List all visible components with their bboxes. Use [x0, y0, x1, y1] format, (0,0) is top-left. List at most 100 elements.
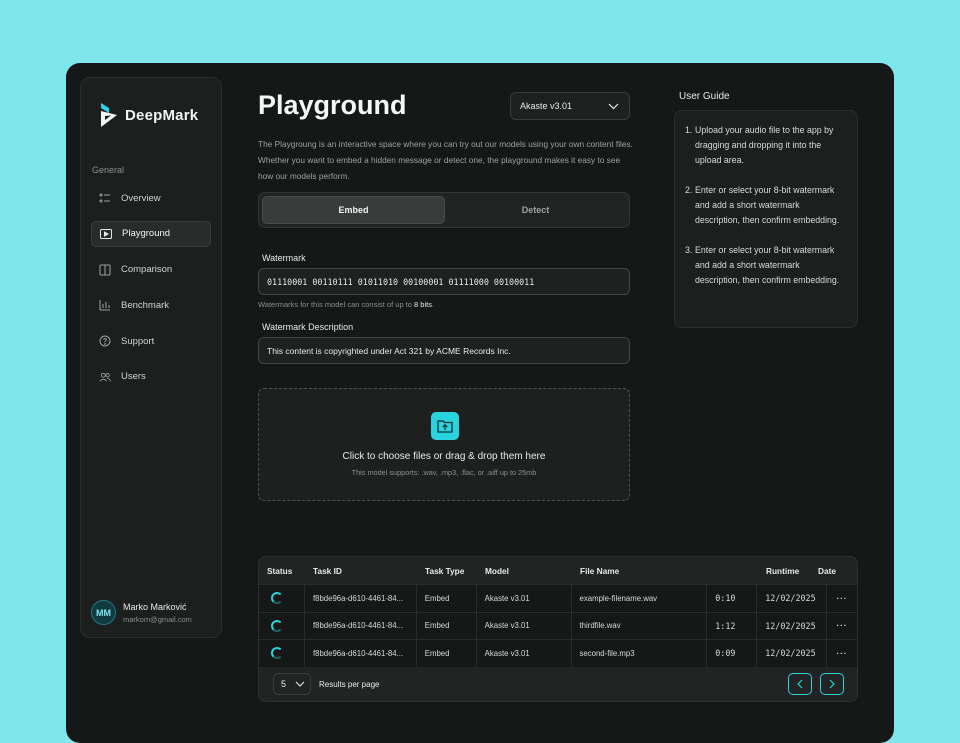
cell-task-type: Embed — [417, 585, 477, 612]
tasks-table: Status Task ID Task Type Model File Name… — [258, 556, 858, 702]
user-email: markom@gmail.com — [123, 614, 192, 624]
sidebar-item-label: Overview — [121, 192, 161, 204]
sidebar-item-overview[interactable]: Overview — [91, 185, 211, 211]
guide-step: 1. Upload your audio file to the app by d… — [685, 125, 834, 165]
model-select[interactable]: Akaste v3.01 — [510, 92, 630, 120]
sidebar-item-benchmark[interactable]: Benchmark — [91, 292, 211, 318]
per-page-value: 5 — [281, 679, 287, 689]
row-more-icon[interactable]: ··· — [827, 640, 857, 667]
sidebar-item-users[interactable]: Users — [91, 364, 211, 390]
prev-page-button[interactable] — [788, 672, 812, 695]
user-guide-title: User Guide — [679, 91, 730, 102]
cell-date: 12/02/2025 — [757, 640, 828, 667]
cell-model: Akaste v3.01 — [477, 585, 572, 612]
sidebar: DeepMark General Overview Playground Com… — [80, 77, 222, 638]
sidebar-item-label: Playground — [122, 228, 171, 240]
hint-end: . — [431, 300, 435, 309]
header-date: Date — [818, 565, 836, 576]
header-model: Model — [485, 565, 509, 576]
cell-model: Akaste v3.01 — [477, 640, 572, 667]
deepmark-logo-icon — [101, 103, 117, 127]
sidebar-item-label: Support — [121, 335, 155, 347]
chevron-left-icon — [797, 679, 803, 688]
per-page-label: Results per page — [319, 679, 380, 689]
mode-tabs: Embed Detect — [258, 192, 630, 228]
play-icon — [100, 228, 112, 240]
sidebar-section-label: General — [92, 165, 125, 175]
sidebar-item-support[interactable]: Support — [91, 328, 211, 354]
watermark-hint: Watermarks for this model can consist of… — [258, 300, 434, 309]
cell-task-id: f8bde96a-d610-4461-84... — [305, 640, 417, 667]
table-footer: 5 Results per page — [259, 667, 857, 702]
header-spacer — [708, 557, 758, 584]
hint-bits: 8 bits — [414, 300, 432, 309]
header-file-name: File Name — [580, 565, 620, 576]
table-row[interactable]: f8bde96a-d610-4461-84... Embed Akaste v3… — [259, 584, 857, 612]
file-dropzone[interactable]: Click to choose files or drag & drop the… — [258, 388, 630, 501]
header-runtime: Runtime — [766, 565, 800, 576]
chevron-down-icon — [295, 681, 305, 687]
watermark-description-label: Watermark Description — [262, 322, 354, 332]
loading-spinner-icon — [271, 619, 283, 632]
per-page-select[interactable]: 5 — [273, 673, 311, 695]
next-page-button[interactable] — [820, 672, 844, 695]
watermark-input[interactable]: 01110001 00110111 01011010 00100001 0111… — [258, 268, 630, 295]
user-name: Marko Marković — [123, 601, 187, 612]
sidebar-nav: Overview Playground Comparison Benchmark — [91, 185, 211, 400]
app-window: DeepMark General Overview Playground Com… — [66, 63, 894, 743]
table-row[interactable]: f8bde96a-d610-4461-84... Embed Akaste v3… — [259, 639, 857, 667]
bar-chart-icon — [99, 299, 111, 311]
cell-runtime: 1:12 — [707, 612, 758, 639]
guide-step: 2. Enter or select your 8-bit watermark a… — [685, 185, 840, 225]
loading-spinner-icon — [271, 592, 283, 605]
watermark-description-input[interactable]: This content is copyrighted under Act 32… — [258, 337, 630, 364]
help-icon — [99, 335, 111, 347]
cell-file-name: thirdfile.wav — [572, 612, 708, 639]
avatar: MM — [91, 600, 116, 625]
table-row[interactable]: f8bde96a-d610-4461-84... Embed Akaste v3… — [259, 611, 857, 640]
cell-task-type: Embed — [417, 612, 477, 639]
tab-detect[interactable]: Detect — [445, 196, 626, 224]
tab-embed[interactable]: Embed — [262, 196, 445, 224]
loading-spinner-icon — [271, 647, 283, 660]
sidebar-item-comparison[interactable]: Comparison — [91, 257, 211, 283]
sidebar-item-label: Users — [121, 371, 146, 383]
cell-date: 12/02/2025 — [757, 612, 828, 639]
dropzone-title: Click to choose files or drag & drop the… — [342, 451, 546, 462]
row-more-icon[interactable]: ··· — [827, 585, 857, 612]
dropzone-subtitle: This model supports: .wav, .mp3, .flac, … — [351, 468, 537, 477]
header-task-id: Task ID — [313, 565, 342, 576]
model-select-value: Akaste v3.01 — [520, 101, 573, 111]
sidebar-item-label: Comparison — [121, 264, 173, 276]
header-task-type: Task Type — [425, 565, 465, 576]
columns-icon — [99, 264, 111, 276]
sidebar-item-playground[interactable]: Playground — [91, 220, 211, 247]
folder-upload-icon — [431, 412, 459, 440]
brand-name: DeepMark — [125, 106, 199, 124]
cell-task-id: f8bde96a-d610-4461-84... — [305, 585, 417, 612]
cell-task-id: f8bde96a-d610-4461-84... — [305, 612, 417, 639]
user-profile[interactable]: MM Marko Marković markom@gmail.com — [91, 600, 192, 625]
cell-file-name: example-filename.wav — [572, 585, 708, 612]
users-icon — [99, 371, 111, 383]
header-status: Status — [267, 565, 293, 576]
guide-step: 3. Enter or select your 8-bit watermark a… — [685, 245, 840, 285]
page-title: Playground — [258, 90, 407, 120]
watermark-label: Watermark — [262, 253, 306, 263]
logo[interactable]: DeepMark — [99, 102, 198, 128]
user-guide-panel: 1. Upload your audio file to the app by d… — [674, 110, 858, 328]
cell-task-type: Embed — [417, 640, 477, 667]
cell-file-name: second-file.mp3 — [572, 640, 708, 667]
hint-text: Watermarks for this model can consist of… — [258, 300, 415, 309]
chevron-right-icon — [829, 679, 835, 688]
sidebar-item-label: Benchmark — [121, 299, 170, 311]
chevron-down-icon — [608, 103, 619, 109]
cell-model: Akaste v3.01 — [477, 612, 572, 639]
list-icon — [99, 192, 111, 204]
table-header: Status Task ID Task Type Model File Name… — [259, 557, 857, 584]
pagination — [788, 672, 844, 695]
page-description: The Playgroung is an interactive space w… — [258, 139, 633, 181]
cell-date: 12/02/2025 — [757, 585, 828, 612]
row-more-icon[interactable]: ··· — [827, 613, 857, 640]
cell-runtime: 0:09 — [707, 640, 758, 667]
